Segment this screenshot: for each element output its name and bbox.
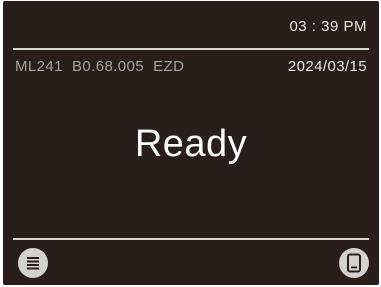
display-panel: 03 : 39 PM ML241 B0.68.005 EZD 2024/03/1… (3, 1, 379, 285)
menu-button[interactable] (18, 248, 48, 278)
top-divider (13, 48, 369, 50)
current-date: 2024/03/15 (287, 58, 367, 75)
device-button[interactable] (339, 248, 369, 278)
bottom-divider (13, 238, 369, 240)
device-icon (347, 253, 361, 273)
menu-icon (27, 257, 39, 270)
status-text: Ready (134, 123, 248, 165)
clock-time: 03 : 39 PM (289, 18, 367, 35)
model-version-info: ML241 B0.68.005 EZD (15, 58, 185, 75)
device-screen: 03 : 39 PM ML241 B0.68.005 EZD 2024/03/1… (0, 0, 381, 287)
